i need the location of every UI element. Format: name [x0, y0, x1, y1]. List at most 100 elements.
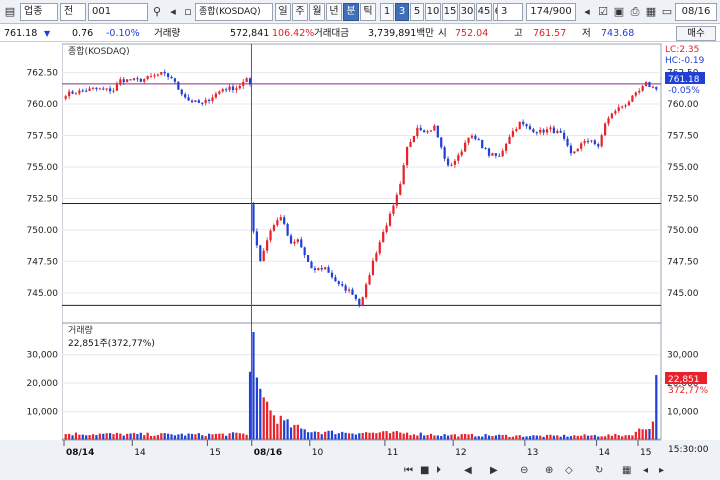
volume-bar: [436, 435, 439, 440]
candle-body: [167, 73, 170, 77]
count-display-value: 174/900: [530, 6, 572, 17]
volume-bar: [204, 436, 207, 440]
volume-bar: [252, 332, 255, 440]
print-icon[interactable]: ⎙: [627, 3, 643, 21]
grid-menu-icon[interactable]: ▤: [2, 3, 18, 21]
period-button-1[interactable]: 주: [292, 3, 308, 21]
candle-body: [146, 76, 149, 80]
candle-body: [580, 143, 583, 149]
candle-body: [211, 97, 214, 101]
volume-bar: [607, 434, 610, 440]
candle-body: [597, 144, 600, 147]
volume-bar: [515, 435, 518, 440]
volume-bar: [467, 434, 470, 440]
price-ytick-left: 747.50: [27, 257, 59, 267]
market-select[interactable]: 업종: [20, 3, 58, 21]
volume-bar: [173, 435, 177, 440]
lock-icon[interactable]: ▫: [180, 3, 196, 21]
volume-bar: [320, 434, 323, 440]
candle-body: [423, 130, 426, 133]
pan-icon[interactable]: ↻: [595, 465, 603, 476]
volume-bar: [634, 431, 637, 440]
interval-button-2[interactable]: 5: [410, 3, 424, 21]
candle-body: [392, 205, 395, 214]
candle-body: [248, 78, 252, 84]
volume-bar: [556, 435, 559, 440]
lc-label: LC:2.35: [665, 45, 699, 55]
candle-body: [64, 96, 67, 99]
volume-bar: [535, 435, 538, 440]
save-icon[interactable]: ▣: [611, 3, 627, 21]
volume-bar: [293, 424, 296, 440]
arrow-left-icon[interactable]: ◂: [579, 3, 595, 21]
candle-body: [600, 135, 603, 147]
x-axis-label: 08/14: [66, 448, 94, 458]
interval-button-0[interactable]: 1: [380, 3, 394, 21]
zoom-out-icon[interactable]: ⊖: [520, 465, 528, 476]
candle-body: [303, 247, 306, 256]
volume-panel-title: 거래량: [68, 324, 93, 336]
volume-bar: [402, 433, 405, 440]
candle-body: [651, 86, 654, 88]
date-display[interactable]: 08/16: [675, 3, 717, 21]
step-forward-icon[interactable]: ▶: [490, 465, 498, 476]
price-ytick-right: 752.50: [667, 194, 699, 204]
zoom-in-icon[interactable]: ⊕: [545, 465, 553, 476]
candle-body: [341, 283, 344, 286]
interval-button-3[interactable]: 10: [425, 3, 441, 21]
scroll-track-icon[interactable]: ◇: [565, 465, 573, 476]
price-ytick-left: 750.00: [27, 226, 59, 236]
volume-bar: [453, 434, 456, 440]
volume-bar: [375, 433, 378, 440]
code-input[interactable]: 001: [88, 3, 148, 21]
volume-ratio: 106.42%: [272, 28, 315, 39]
volume-bar: [351, 433, 354, 440]
date-display-value: 08/16: [681, 6, 711, 17]
mode-select[interactable]: 전: [60, 3, 86, 21]
grid-toggle-icon[interactable]: ▦: [622, 465, 631, 476]
volume-bar: [354, 434, 357, 440]
interval-button-4[interactable]: 15: [442, 3, 458, 21]
fast-forward-icon[interactable]: ⏵: [436, 465, 441, 476]
x-axis-label: 11: [387, 448, 398, 458]
candle-body: [313, 268, 317, 271]
candle-body: [344, 285, 347, 291]
calendar-icon[interactable]: ▭: [659, 3, 675, 21]
period-button-5[interactable]: 틱: [360, 3, 376, 21]
candle-body: [593, 140, 596, 145]
search-icon[interactable]: ⚲: [149, 3, 165, 21]
settings-icon[interactable]: ▦: [643, 3, 659, 21]
checkbox-icon[interactable]: ☑: [595, 3, 611, 21]
candle-body: [436, 125, 439, 138]
candle-body: [508, 136, 511, 144]
candle-body: [163, 72, 166, 74]
period-button-3[interactable]: 년: [326, 3, 342, 21]
stop-icon[interactable]: ■: [420, 465, 429, 476]
interval-button-5[interactable]: 30: [459, 3, 475, 21]
low-value: 743.68: [601, 28, 635, 39]
volume-bar: [549, 434, 552, 440]
volume-bar: [365, 432, 368, 440]
speaker-icon[interactable]: ◂: [165, 3, 181, 21]
interval-button-1[interactable]: 3: [395, 3, 409, 21]
volume-bar: [177, 434, 180, 440]
interval-select[interactable]: 3: [497, 3, 523, 21]
first-page-icon[interactable]: ⏮: [404, 465, 413, 476]
scroll-left-icon[interactable]: ◂: [643, 465, 648, 476]
period-button-4[interactable]: 분: [343, 3, 359, 21]
candle-body: [631, 95, 634, 102]
interval-button-6[interactable]: 45: [476, 3, 492, 21]
period-button-0[interactable]: 일: [275, 3, 291, 21]
x-axis-label: 08/16: [254, 448, 282, 458]
volume-bar: [259, 388, 262, 440]
candle-body: [569, 145, 573, 154]
candle-body: [361, 297, 364, 306]
hc-label: HC:-0.19: [665, 56, 705, 66]
buy-button[interactable]: 매수: [676, 26, 716, 41]
step-back-icon[interactable]: ◀: [464, 465, 472, 476]
candle-body: [71, 91, 74, 94]
period-button-2[interactable]: 월: [309, 3, 325, 21]
candle-body: [108, 88, 112, 92]
scroll-right-icon[interactable]: ▸: [659, 465, 664, 476]
candle-body: [641, 86, 644, 91]
